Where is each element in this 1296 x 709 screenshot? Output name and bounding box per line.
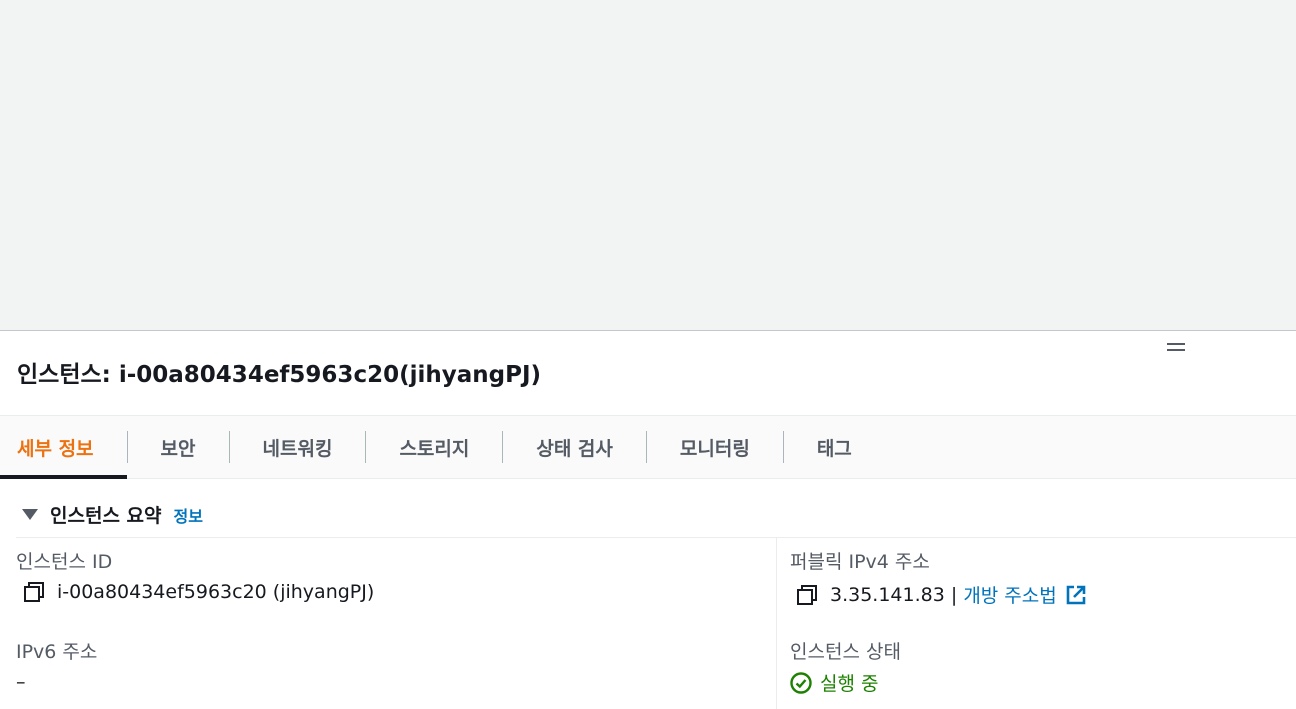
tab-tags[interactable]: 태그 [784, 416, 885, 478]
external-link-icon[interactable] [1065, 584, 1087, 606]
instance-state-value-row: 실행 중 [790, 669, 878, 696]
check-circle-icon [790, 671, 812, 694]
ipv6-label: IPv6 주소 [16, 641, 98, 663]
tab-storage[interactable]: 스토리지 [366, 416, 502, 478]
panel-title: 인스턴스: i-00a80434ef5963c20(jihyangPJ) [17, 362, 542, 388]
tab-details[interactable]: 세부 정보 [0, 416, 127, 479]
instance-details-panel: 인스턴스: i-00a80434ef5963c20(jihyangPJ) 세부 … [0, 331, 1296, 709]
public-ipv4-value: 3.35.141.83 [830, 583, 945, 606]
column-divider [776, 538, 777, 709]
instance-id-label: 인스턴스 ID [16, 551, 113, 573]
section-divider [16, 537, 1296, 538]
collapse-caret-icon[interactable] [22, 509, 38, 520]
ipv6-value: – [16, 671, 26, 693]
copy-icon[interactable] [796, 584, 818, 606]
copy-icon[interactable] [23, 581, 45, 603]
section-title: 인스턴스 요약 [50, 505, 162, 527]
instance-state-value: 실행 중 [820, 673, 879, 695]
tab-status-checks[interactable]: 상태 검사 [503, 416, 646, 478]
instance-summary-header: 인스턴스 요약 정보 [22, 501, 203, 528]
public-ipv4-value-row: 3.35.141.83 | 개방 주소법 [796, 581, 1087, 608]
panel-resize-handle-icon[interactable] [1167, 341, 1185, 353]
public-ipv4-label: 퍼블릭 IPv4 주소 [790, 551, 930, 573]
value-separator: | [944, 583, 964, 606]
tab-security[interactable]: 보안 [128, 416, 229, 478]
instance-id-value-row: i-00a80434ef5963c20 (jihyangPJ) [23, 581, 374, 603]
main-content-area [0, 0, 1296, 331]
tab-networking[interactable]: 네트워킹 [230, 416, 366, 478]
instance-id-value: i-00a80434ef5963c20 (jihyangPJ) [57, 581, 375, 603]
tab-monitoring[interactable]: 모니터링 [647, 416, 783, 478]
details-tabs: 세부 정보 보안 네트워킹 스토리지 상태 검사 모니터링 태그 [0, 415, 1296, 479]
instance-state-label: 인스턴스 상태 [790, 641, 901, 663]
info-link[interactable]: 정보 [174, 503, 203, 527]
open-address-link[interactable]: 개방 주소법 [963, 581, 1056, 608]
